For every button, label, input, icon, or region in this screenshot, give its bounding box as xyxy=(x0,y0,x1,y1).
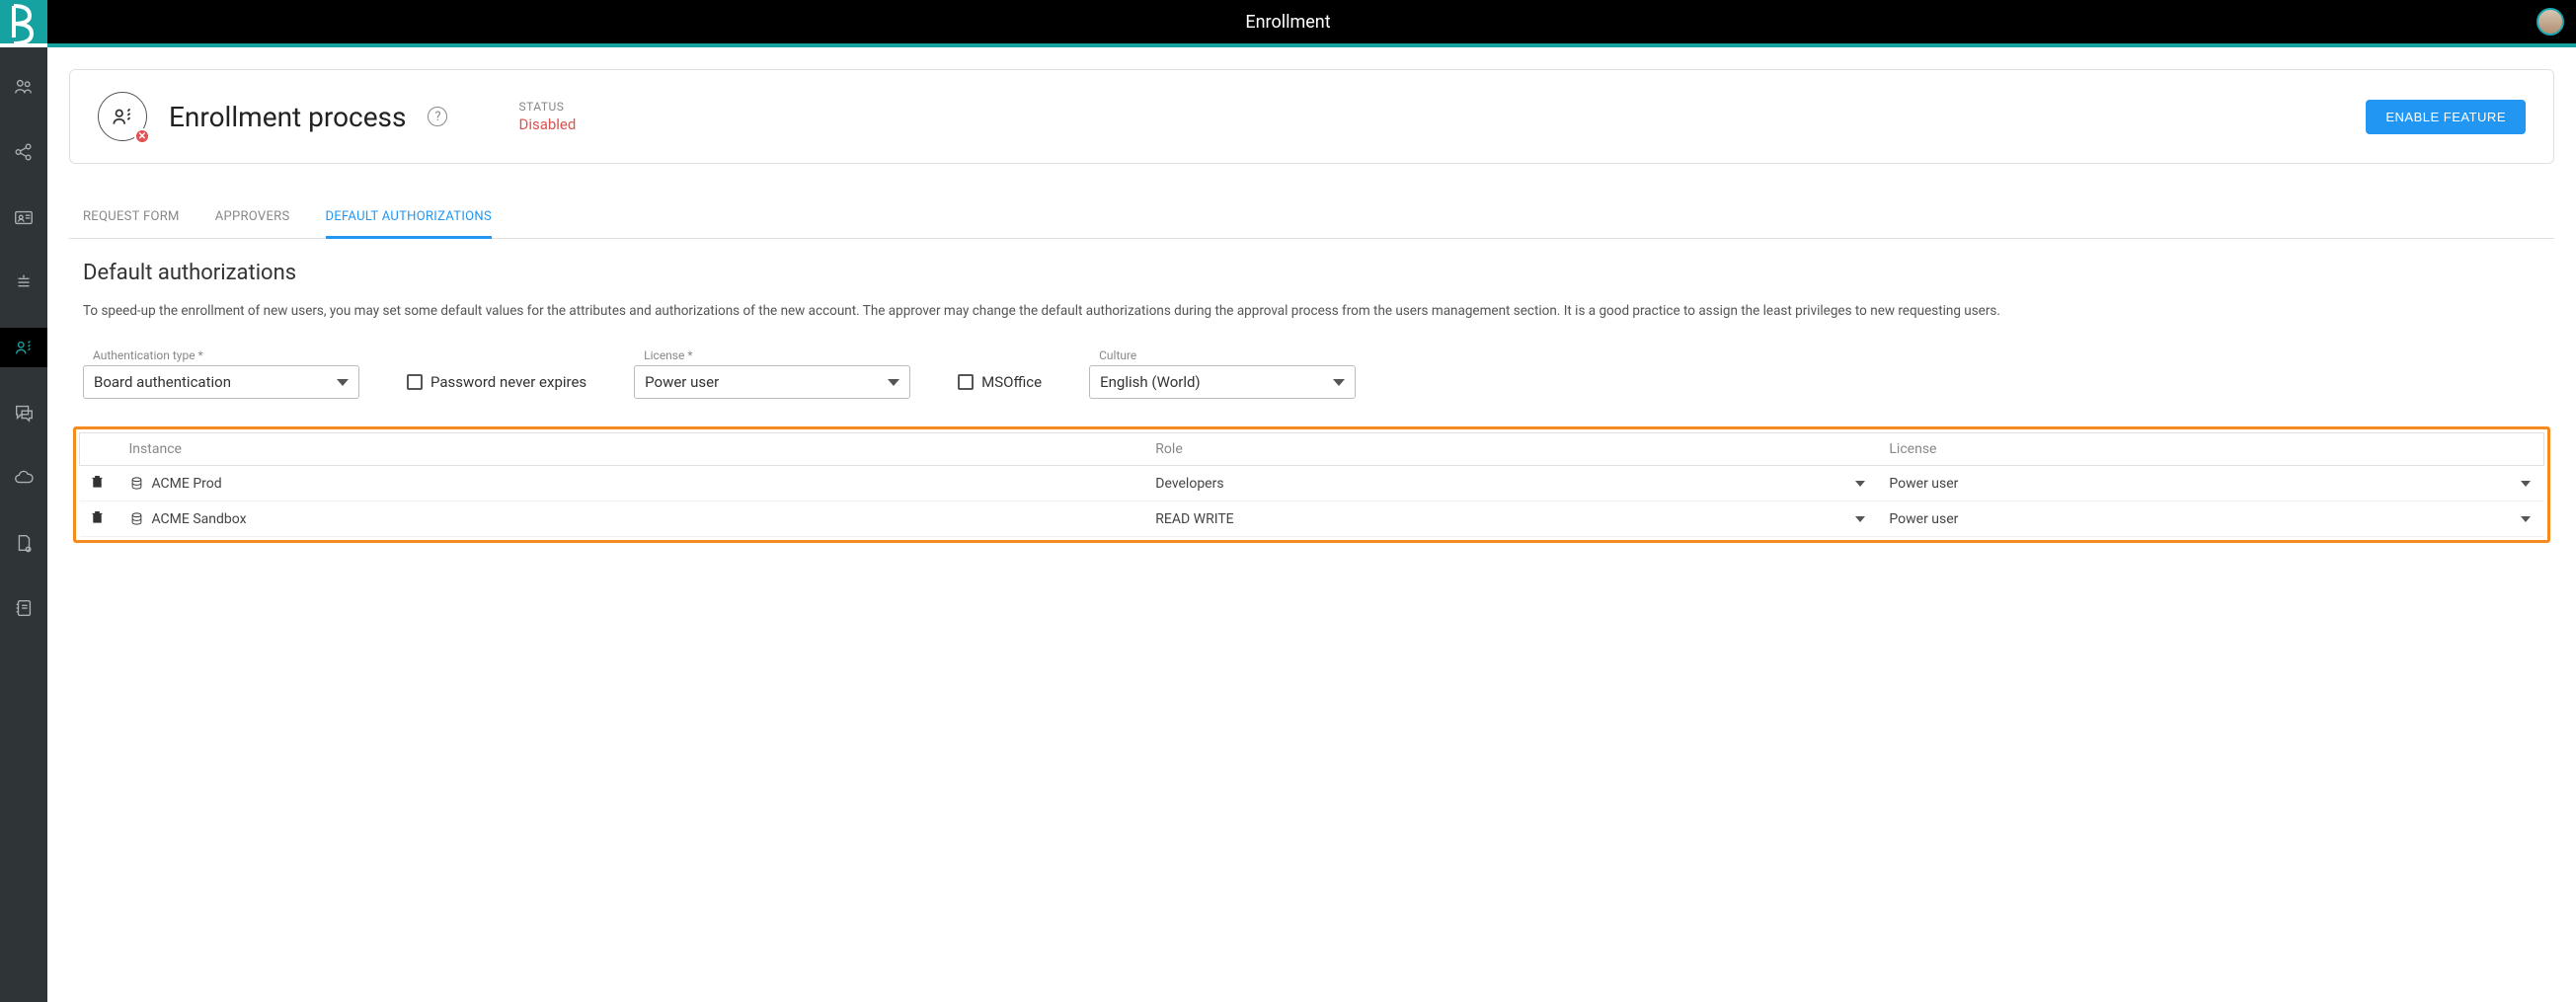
sidebar-item-cloud[interactable] xyxy=(0,458,47,498)
row-license-value: Power user xyxy=(1889,511,1958,527)
password-never-expires-checkbox[interactable]: Password never expires xyxy=(407,365,586,399)
table-row: ACME Prod Developers Power user xyxy=(80,466,2544,501)
role-select[interactable]: Developers xyxy=(1145,466,1879,501)
instances-table: Instance Role License xyxy=(79,432,2544,537)
status-value: Disabled xyxy=(518,116,576,133)
sidebar-item-users[interactable] xyxy=(0,67,47,107)
role-value: READ WRITE xyxy=(1155,511,1233,527)
license-field: License * Power user xyxy=(634,348,910,399)
id-card-icon xyxy=(13,206,35,228)
culture-field: Culture English (World) xyxy=(1089,348,1356,399)
table-header-instance: Instance xyxy=(119,433,1146,466)
culture-select[interactable]: English (World) xyxy=(1089,365,1356,399)
checkbox-icon xyxy=(958,374,974,390)
section-description: To speed-up the enrollment of new users,… xyxy=(83,301,2540,321)
tab-approvers[interactable]: APPROVERS xyxy=(215,199,290,238)
license-label: License * xyxy=(644,348,910,362)
section-title: Default authorizations xyxy=(83,261,2554,285)
status-block: STATUS Disabled xyxy=(518,100,576,133)
role-select[interactable]: READ WRITE xyxy=(1145,501,1879,537)
enable-feature-button[interactable]: ENABLE FEATURE xyxy=(2366,100,2526,134)
checkbox-icon xyxy=(407,374,423,390)
share-icon xyxy=(13,141,35,163)
stack-icon xyxy=(13,271,35,293)
database-icon xyxy=(129,476,144,491)
sidebar-item-chat[interactable] xyxy=(0,393,47,432)
cloud-icon xyxy=(13,467,35,489)
database-icon xyxy=(129,511,144,526)
trash-icon xyxy=(90,509,105,524)
error-badge-icon: ✕ xyxy=(134,128,150,144)
chevron-down-icon xyxy=(337,379,349,386)
row-license-select[interactable]: Power user xyxy=(1879,501,2543,537)
sidebar-item-doc[interactable] xyxy=(0,523,47,563)
tab-default-authorizations[interactable]: DEFAULT AUTHORIZATIONS xyxy=(326,199,493,239)
sidebar-item-address[interactable] xyxy=(0,588,47,628)
sidebar-item-enrollment[interactable] xyxy=(0,328,47,367)
instance-name: ACME Sandbox xyxy=(152,511,247,527)
delete-row-button[interactable] xyxy=(90,509,105,524)
users-icon xyxy=(13,76,35,98)
board-logo-icon xyxy=(0,0,47,45)
app-logo[interactable] xyxy=(0,0,47,43)
auth-type-select[interactable]: Board authentication xyxy=(83,365,359,399)
status-label: STATUS xyxy=(518,100,576,114)
chevron-down-icon xyxy=(2521,481,2531,487)
table-row: ACME Sandbox READ WRITE Power user xyxy=(80,501,2544,537)
topbar: Enrollment xyxy=(0,0,2576,43)
form-row: Authentication type * Board authenticati… xyxy=(83,348,2540,399)
role-value: Developers xyxy=(1155,476,1223,492)
document-badge-icon xyxy=(13,532,35,554)
culture-value: English (World) xyxy=(1100,373,1201,391)
trash-icon xyxy=(90,474,105,489)
card-title: Enrollment process xyxy=(169,101,406,133)
tab-request-form[interactable]: REQUEST FORM xyxy=(83,199,180,238)
table-header-license: License xyxy=(1879,433,2543,466)
chat-icon xyxy=(13,402,35,424)
row-license-value: Power user xyxy=(1889,476,1958,492)
main-content: ✕ Enrollment process ? STATUS Disabled E… xyxy=(47,47,2576,1002)
enrollment-icon xyxy=(13,337,35,358)
address-book-icon xyxy=(13,597,35,619)
enrollment-process-icon: ✕ xyxy=(98,92,147,141)
tabs: REQUEST FORM APPROVERS DEFAULT AUTHORIZA… xyxy=(69,199,2554,239)
license-value: Power user xyxy=(645,373,719,391)
msoffice-checkbox[interactable]: MSOffice xyxy=(958,365,1042,399)
chevron-down-icon xyxy=(1855,516,1865,522)
auth-type-field: Authentication type * Board authenticati… xyxy=(83,348,359,399)
row-license-select[interactable]: Power user xyxy=(1879,466,2543,501)
page-title: Enrollment xyxy=(1245,12,1330,33)
chevron-down-icon xyxy=(2521,516,2531,522)
license-select[interactable]: Power user xyxy=(634,365,910,399)
avatar-icon xyxy=(2537,8,2564,36)
chevron-down-icon xyxy=(1855,481,1865,487)
culture-label: Culture xyxy=(1099,348,1356,362)
user-avatar[interactable] xyxy=(2537,8,2564,36)
help-icon[interactable]: ? xyxy=(428,107,447,126)
msoffice-label: MSOffice xyxy=(981,373,1042,391)
delete-row-button[interactable] xyxy=(90,474,105,489)
chevron-down-icon xyxy=(888,379,899,386)
sidebar-item-id[interactable] xyxy=(0,197,47,237)
password-never-expires-label: Password never expires xyxy=(430,373,586,391)
table-header-role: Role xyxy=(1145,433,1879,466)
sidebar xyxy=(0,47,47,1002)
sidebar-item-stack[interactable] xyxy=(0,263,47,302)
sidebar-item-share[interactable] xyxy=(0,132,47,172)
header-card: ✕ Enrollment process ? STATUS Disabled E… xyxy=(69,69,2554,164)
table-header-blank xyxy=(80,433,119,466)
auth-type-value: Board authentication xyxy=(94,373,231,391)
instances-table-highlight: Instance Role License xyxy=(73,426,2550,543)
instance-name: ACME Prod xyxy=(152,476,222,492)
chevron-down-icon xyxy=(1333,379,1345,386)
auth-type-label: Authentication type * xyxy=(93,348,359,362)
